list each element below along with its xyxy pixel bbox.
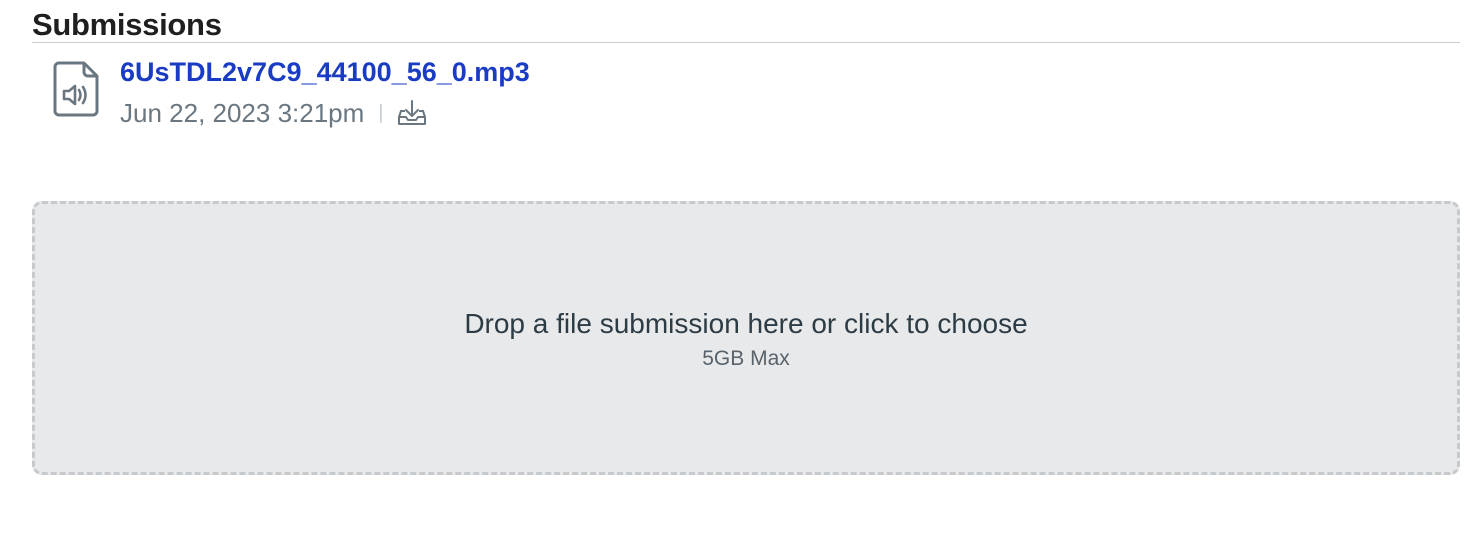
submission-item: 6UsTDL2v7C9_44100_56_0.mp3 Jun 22, 2023 … (52, 56, 852, 136)
submissions-header: Submissions (32, 6, 1460, 43)
submission-meta: Jun 22, 2023 3:21pm | (120, 96, 428, 130)
audio-file-icon (53, 61, 99, 117)
submission-date: Jun 22, 2023 3:21pm (120, 98, 365, 128)
file-dropzone[interactable]: Drop a file submission here or click to … (32, 201, 1460, 475)
submission-file-link[interactable]: 6UsTDL2v7C9_44100_56_0.mp3 (120, 56, 530, 88)
page-title: Submissions (32, 7, 222, 42)
download-icon[interactable] (396, 97, 428, 129)
dropzone-instruction: Drop a file submission here or click to … (464, 308, 1028, 339)
dropzone-size-limit: 5GB Max (702, 347, 790, 370)
meta-separator: | (378, 101, 384, 124)
